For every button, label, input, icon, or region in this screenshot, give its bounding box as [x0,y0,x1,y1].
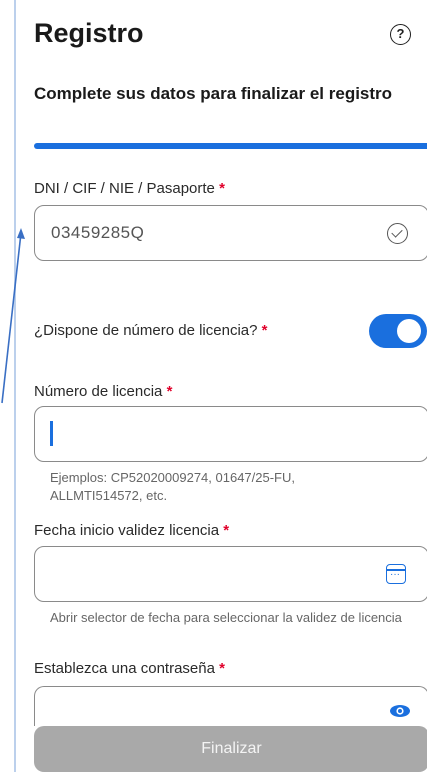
license-number-hint: Ejemplos: CP52020009274, 01647/25-FU, AL… [50,470,295,503]
password-label: Establezca una contraseña * [34,660,225,677]
license-number-label: Número de licencia * [34,383,172,400]
progress-bar [34,143,427,149]
license-date-field[interactable] [34,546,427,602]
has-license-toggle[interactable] [369,314,427,348]
check-circle-icon [387,223,408,244]
required-mark: * [261,322,268,339]
required-mark: * [219,180,225,197]
license-date-label: Fecha inicio validez licencia * [34,522,229,539]
arrow-icon [1,228,25,404]
page-title: Registro [34,18,144,48]
help-icon[interactable]: ? [390,24,411,45]
required-mark: * [166,383,173,400]
required-mark: * [223,522,230,539]
id-document-value: 03459285Q [51,223,145,242]
form-subtitle: Complete sus datos para finalizar el reg… [34,84,393,103]
id-document-label: DNI / CIF / NIE / Pasaporte * [34,180,225,197]
required-mark: * [219,660,225,677]
eye-icon[interactable] [389,704,411,718]
license-number-label-text: Número de licencia [34,383,163,400]
license-number-input[interactable] [34,406,427,462]
calendar-icon[interactable] [386,564,406,584]
id-document-field[interactable]: 03459285Q [34,205,427,261]
has-license-label-text: ¿Dispone de número de licencia? [34,322,258,339]
license-date-hint: Abrir selector de fecha para seleccionar… [50,610,402,625]
id-document-label-text: DNI / CIF / NIE / Pasaporte [34,180,215,197]
toggle-knob [397,319,421,343]
password-label-text: Establezca una contraseña [34,660,215,677]
license-date-label-text: Fecha inicio validez licencia [34,522,220,539]
finalize-button[interactable]: Finalizar [34,726,427,772]
has-license-label: ¿Dispone de número de licencia? * [34,322,267,339]
password-input[interactable] [34,686,427,726]
text-caret [50,421,53,446]
